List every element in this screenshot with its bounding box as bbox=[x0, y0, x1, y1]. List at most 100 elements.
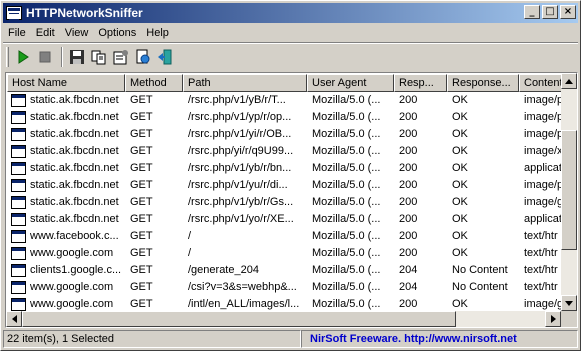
table-row[interactable]: static.ak.fbcdn.net GET/rsrc.php/v1/yB/r/… bbox=[7, 92, 562, 109]
scroll-down-button[interactable] bbox=[561, 295, 577, 311]
cell-user-agent: Mozilla/5.0 (... bbox=[312, 247, 381, 259]
vertical-scroll-thumb[interactable] bbox=[561, 130, 577, 250]
cell-content-type: image/g bbox=[524, 196, 562, 208]
cell-response-code: 200 bbox=[399, 145, 418, 157]
column-host-name[interactable]: Host Name bbox=[7, 74, 125, 92]
close-button[interactable]: × bbox=[560, 5, 576, 19]
table-row[interactable]: static.ak.fbcdn.net GET/rsrc.php/v1/yb/r/… bbox=[7, 160, 562, 177]
column-content-type[interactable]: Content bbox=[519, 74, 562, 92]
cell-response-string: OK bbox=[452, 94, 468, 106]
cell-host-name: static.ak.fbcdn.net bbox=[7, 92, 125, 109]
cell-user-agent: Mozilla/5.0 (... bbox=[312, 94, 381, 106]
cell-content-type: image/x bbox=[524, 145, 562, 157]
maximize-button[interactable]: □ bbox=[542, 5, 558, 19]
request-icon bbox=[11, 281, 26, 294]
scroll-up-button[interactable] bbox=[561, 73, 577, 89]
cell-path: /csi?v=3&s=webhp&... bbox=[188, 281, 297, 293]
title-buttons: _ □ × bbox=[522, 5, 576, 19]
cell-host-name: static.ak.fbcdn.net bbox=[7, 143, 125, 160]
window-title: HTTPNetworkSniffer bbox=[26, 6, 143, 20]
horizontal-scroll-thumb[interactable] bbox=[22, 311, 456, 327]
menu-bar: File Edit View Options Help bbox=[3, 24, 578, 42]
column-path[interactable]: Path bbox=[183, 74, 307, 92]
menu-options[interactable]: Options bbox=[93, 27, 141, 39]
cell-response-code: 200 bbox=[399, 230, 418, 242]
start-capture-icon[interactable] bbox=[13, 47, 33, 67]
cell-path: / bbox=[188, 230, 192, 242]
properties-icon[interactable] bbox=[111, 47, 131, 67]
menu-edit[interactable]: Edit bbox=[31, 27, 60, 39]
request-icon bbox=[11, 162, 26, 175]
cell-path: /generate_204 bbox=[188, 264, 259, 276]
minimize-button[interactable]: _ bbox=[524, 5, 540, 19]
cell-content-type: text/htr bbox=[524, 281, 558, 293]
cell-user-agent: Mozilla/5.0 (... bbox=[312, 128, 381, 140]
cell-response-code: 200 bbox=[399, 298, 418, 310]
cell-method: GET bbox=[130, 179, 153, 191]
cell-method: GET bbox=[130, 264, 153, 276]
table-row[interactable]: static.ak.fbcdn.net GET/rsrc.php/v1/yb/r/… bbox=[7, 194, 562, 211]
scroll-right-button[interactable] bbox=[545, 311, 561, 327]
table-row[interactable]: www.google.com GET/csi?v=3&s=webhp&... Moz… bbox=[7, 279, 562, 296]
title-bar[interactable]: HTTPNetworkSniffer _ □ × bbox=[3, 3, 578, 23]
status-item-count: 22 item(s), 1 Selected bbox=[3, 330, 301, 348]
cell-response-string: OK bbox=[452, 179, 468, 191]
cell-user-agent: Mozilla/5.0 (... bbox=[312, 111, 381, 123]
cell-user-agent: Mozilla/5.0 (... bbox=[312, 179, 381, 191]
table-row[interactable]: static.ak.fbcdn.net GET/rsrc.php/v1/yi/r/… bbox=[7, 126, 562, 143]
cell-method: GET bbox=[130, 213, 153, 225]
stop-capture-icon[interactable] bbox=[35, 47, 55, 67]
table-row[interactable]: static.ak.fbcdn.net GET/rsrc.php/v1/yo/r/… bbox=[7, 211, 562, 228]
cell-method: GET bbox=[130, 298, 153, 310]
save-icon[interactable] bbox=[67, 47, 87, 67]
column-response-code[interactable]: Resp... bbox=[394, 74, 447, 92]
column-user-agent[interactable]: User Agent bbox=[307, 74, 394, 92]
cell-path: / bbox=[188, 247, 192, 259]
table-row[interactable]: www.google.com GET / Mozilla/5.0 (... 200 OK t… bbox=[7, 245, 562, 262]
nirsoft-link[interactable]: NirSoft Freeware. http://www.nirsoft.net bbox=[301, 330, 578, 348]
cell-response-code: 200 bbox=[399, 162, 418, 174]
cell-host-name: static.ak.fbcdn.net bbox=[7, 160, 125, 177]
host-name-text: www.facebook.c... bbox=[30, 230, 119, 242]
menu-view[interactable]: View bbox=[60, 27, 94, 39]
host-name-text: www.google.com bbox=[30, 298, 114, 310]
request-icon bbox=[11, 298, 26, 311]
copy-icon[interactable] bbox=[89, 47, 109, 67]
table-row[interactable]: www.facebook.c... GET / Mozilla/5.0 (... 200… bbox=[7, 228, 562, 245]
cell-path: /rsrc.php/v1/yB/r/T... bbox=[188, 94, 286, 106]
cell-path: /rsrc.php/v1/yp/r/op... bbox=[188, 111, 292, 123]
cell-response-string: OK bbox=[452, 128, 468, 140]
host-name-text: static.ak.fbcdn.net bbox=[30, 162, 119, 174]
menu-file[interactable]: File bbox=[3, 27, 31, 39]
table-row[interactable]: static.ak.fbcdn.net GET/rsrc.php/v1/yp/r/… bbox=[7, 109, 562, 126]
horizontal-scrollbar[interactable] bbox=[6, 311, 561, 327]
cell-response-string: OK bbox=[452, 145, 468, 157]
cell-host-name: www.facebook.c... bbox=[7, 228, 125, 245]
table-row[interactable]: static.ak.fbcdn.net GET/rsrc.php/yi/r/q9U… bbox=[7, 143, 562, 160]
html-report-icon[interactable] bbox=[133, 47, 153, 67]
cell-user-agent: Mozilla/5.0 (... bbox=[312, 230, 381, 242]
vertical-scrollbar[interactable] bbox=[561, 73, 577, 311]
cell-user-agent: Mozilla/5.0 (... bbox=[312, 264, 381, 276]
cell-response-string: OK bbox=[452, 213, 468, 225]
menu-help[interactable]: Help bbox=[141, 27, 174, 39]
table-row[interactable]: static.ak.fbcdn.net GET/rsrc.php/v1/yu/r/… bbox=[7, 177, 562, 194]
app-icon[interactable] bbox=[6, 6, 22, 20]
request-icon bbox=[11, 111, 26, 124]
host-name-text: static.ak.fbcdn.net bbox=[30, 145, 119, 157]
cell-user-agent: Mozilla/5.0 (... bbox=[312, 145, 381, 157]
request-icon bbox=[11, 196, 26, 209]
cell-response-code: 200 bbox=[399, 196, 418, 208]
column-method[interactable]: Method bbox=[125, 74, 183, 92]
request-icon bbox=[11, 128, 26, 141]
column-response-string[interactable]: Response... bbox=[447, 74, 519, 92]
table-row[interactable]: clients1.google.c... GET/generate_204 Mozi… bbox=[7, 262, 562, 279]
toolbar-grip[interactable] bbox=[6, 47, 9, 67]
requests-list[interactable]: Host Name Method Path User Agent Resp...… bbox=[5, 72, 578, 328]
exit-icon[interactable] bbox=[155, 47, 175, 67]
main-window: HTTPNetworkSniffer _ □ × File Edit View … bbox=[0, 0, 581, 351]
cell-content-type: text/htr bbox=[524, 230, 558, 242]
scroll-left-button[interactable] bbox=[6, 311, 22, 327]
host-name-text: www.google.com bbox=[30, 247, 114, 259]
table-row[interactable]: www.google.com GET/intl/en_ALL/images/l..… bbox=[7, 296, 562, 312]
